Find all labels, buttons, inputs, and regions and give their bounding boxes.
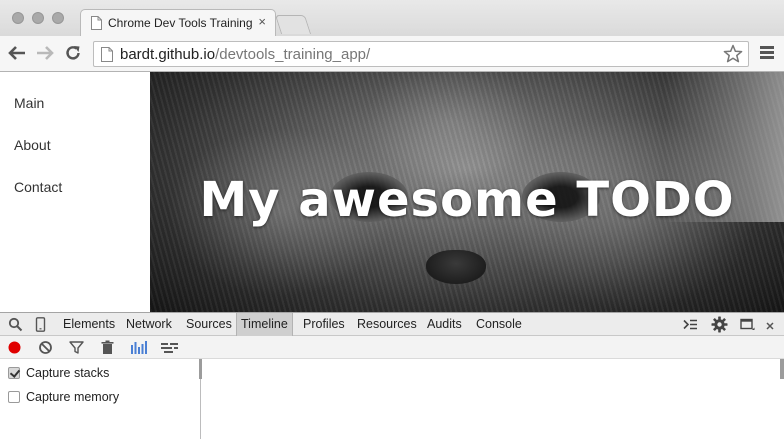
timeline-overview-area [202,359,784,439]
browser-tab[interactable]: Chrome Dev Tools Training × [80,9,276,36]
page-viewport: Main About Contact My awesome TODO [0,72,784,312]
browser-toolbar: bardt.github.io/devtools_training_app/ [0,36,784,72]
tab-title: Chrome Dev Tools Training [108,16,253,30]
tab-profiles[interactable]: Profiles [299,313,349,336]
address-bar[interactable]: bardt.github.io/devtools_training_app/ [93,41,749,67]
tab-audits[interactable]: Audits [423,313,466,336]
sidebar-nav: Main About Contact [0,72,150,312]
tab-sources[interactable]: Sources [182,313,236,336]
back-arrow-icon [8,46,25,60]
back-button[interactable] [5,41,29,65]
page-info-icon [101,47,113,62]
settings-gear-icon[interactable] [711,316,728,333]
capture-stacks-checkbox[interactable] [8,367,20,379]
nav-link-contact[interactable]: Contact [14,179,62,195]
trash-icon[interactable] [100,340,115,355]
overview-icon[interactable] [160,340,179,355]
tab-timeline[interactable]: Timeline [236,313,293,336]
close-window-button[interactable] [12,12,24,24]
capture-stacks-label: Capture stacks [26,366,110,380]
flame-chart-icon[interactable] [130,340,148,355]
nav-link-main[interactable]: Main [14,95,44,111]
capture-stacks-option[interactable]: Capture stacks [8,365,109,381]
tab-console[interactable]: Console [472,313,526,336]
reload-icon [66,46,80,60]
url-text[interactable]: bardt.github.io/devtools_training_app/ [120,46,370,63]
bookmark-star-icon[interactable] [723,44,743,64]
browser-menu-icon[interactable] [760,46,774,60]
tab-resources[interactable]: Resources [353,313,421,336]
capture-memory-checkbox[interactable] [8,391,20,403]
overview-left-handle[interactable] [199,359,202,379]
url-path: /devtools_training_app/ [215,46,371,63]
zoom-window-button[interactable] [52,12,64,24]
timeline-toolbar [0,336,784,359]
dock-side-icon[interactable] [740,317,755,332]
new-tab-button[interactable] [274,15,312,34]
capture-memory-label: Capture memory [26,390,120,404]
tab-elements[interactable]: Elements [59,313,119,336]
tab-network[interactable]: Network [122,313,176,336]
window-titlebar: Chrome Dev Tools Training × [0,0,784,36]
timeline-options-panel: Capture stacks Capture memory [0,359,201,439]
forward-arrow-icon [37,46,54,60]
inspect-search-icon[interactable] [8,317,23,332]
record-icon[interactable] [7,340,22,355]
hero-banner: My awesome TODO [150,72,784,312]
hero-title: My awesome TODO [199,172,735,228]
page-icon [91,16,102,30]
close-devtools-icon[interactable] [765,321,775,331]
clear-icon[interactable] [38,340,53,355]
filter-icon[interactable] [69,340,84,355]
tab-close-icon[interactable]: × [258,14,266,29]
url-host: bardt.github.io [120,46,216,63]
forward-button[interactable] [33,41,57,65]
kitten-nose [426,250,486,284]
device-mode-icon[interactable] [33,317,48,332]
devtools-tabbar: Elements Network Sources Timeline Profil… [0,312,784,336]
capture-memory-option[interactable]: Capture memory [8,389,119,405]
minimize-window-button[interactable] [32,12,44,24]
reload-button[interactable] [61,41,85,65]
overview-right-handle[interactable] [780,359,784,379]
show-drawer-icon[interactable] [683,317,698,332]
nav-link-about[interactable]: About [14,137,51,153]
